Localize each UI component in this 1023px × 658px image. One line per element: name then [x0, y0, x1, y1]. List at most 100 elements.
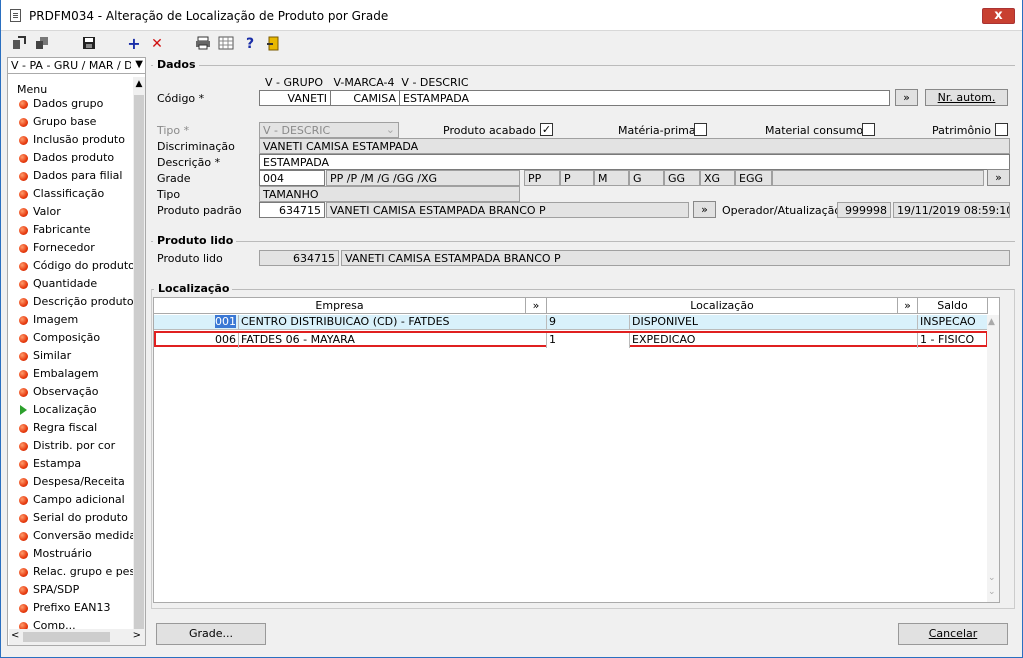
table-row-selected[interactable]: 006 FATDES 06 - MAYARA 1 EXPEDICAO 1 - F…: [154, 331, 988, 348]
localizacao-more-button[interactable]: »: [898, 298, 918, 314]
row1-desc[interactable]: DISPONIVEL: [630, 315, 918, 330]
scroll-thumb[interactable]: [134, 95, 144, 631]
menu-item[interactable]: Despesa/Receita: [9, 473, 133, 491]
menu-item[interactable]: Quantidade: [9, 275, 133, 293]
grade-code-field[interactable]: 004: [259, 170, 325, 186]
cancelar-button[interactable]: Cancelar: [898, 623, 1008, 645]
descricao-field[interactable]: ESTAMPADA: [259, 154, 1010, 170]
menu-item[interactable]: Inclusão produto: [9, 131, 133, 149]
menu-item[interactable]: Grupo base: [9, 113, 133, 131]
menu-item[interactable]: Código do produto: [9, 257, 133, 275]
menu-item[interactable]: Serial do produto: [9, 509, 133, 527]
grade-button[interactable]: Grade...: [156, 623, 266, 645]
menu-horizontal-scrollbar[interactable]: < >: [9, 629, 145, 645]
print-icon[interactable]: [195, 36, 211, 52]
row2-saldo[interactable]: 1 - FISICO: [918, 333, 986, 348]
menu-item-label: Estampa: [33, 457, 82, 470]
menu-item[interactable]: Dados para filial: [9, 167, 133, 185]
menu-item[interactable]: Regra fiscal: [9, 419, 133, 437]
scroll-up-icon[interactable]: ▲: [988, 317, 995, 327]
menu-item[interactable]: Imagem: [9, 311, 133, 329]
materia-prima-checkbox[interactable]: [694, 123, 707, 136]
menu-item[interactable]: Conversão medida: [9, 527, 133, 545]
table-row[interactable]: 001 CENTRO DISTRIBUICAO (CD) - FATDES 9 …: [154, 315, 988, 330]
menu-item[interactable]: Distrib. por cor: [9, 437, 133, 455]
patrimonio-checkbox[interactable]: [995, 123, 1008, 136]
material-consumo-checkbox[interactable]: [862, 123, 875, 136]
help-icon[interactable]: ?: [242, 36, 258, 52]
row2-loc[interactable]: 1: [547, 333, 630, 348]
menu-item[interactable]: Fabricante: [9, 221, 133, 239]
menu-item-label: Composição: [33, 331, 101, 344]
menu-item[interactable]: Dados produto: [9, 149, 133, 167]
row2-empresa[interactable]: FATDES 06 - MAYARA: [239, 333, 547, 348]
view-selector[interactable]: V - PA - GRU / MAR / DE ▼: [8, 58, 145, 74]
menu-item-label: Comp...: [33, 619, 76, 629]
row1-empresa[interactable]: CENTRO DISTRIBUICAO (CD) - FATDES: [239, 315, 547, 330]
row2-cod[interactable]: 006: [156, 333, 239, 348]
tipo2-label: Tipo: [157, 188, 181, 201]
scroll-thumb-horizontal[interactable]: [23, 632, 110, 642]
grid-icon[interactable]: [218, 36, 234, 52]
saldo-header[interactable]: Saldo: [918, 298, 988, 314]
menu-item[interactable]: Mostruário: [9, 545, 133, 563]
menu-item[interactable]: Dados grupo: [9, 95, 133, 113]
codigo-descric-field[interactable]: ESTAMPADA: [399, 90, 890, 106]
empresa-header[interactable]: Empresa: [154, 298, 526, 314]
bullet-icon: [19, 550, 28, 559]
menu-item[interactable]: Comp...: [9, 617, 133, 629]
scroll-right-icon[interactable]: >: [133, 630, 141, 641]
scroll-up-icon[interactable]: ▲: [133, 79, 145, 89]
menu-item[interactable]: Classificação: [9, 185, 133, 203]
menu-item[interactable]: Fornecedor: [9, 239, 133, 257]
menu-item[interactable]: Embalagem: [9, 365, 133, 383]
padrao-lookup-button[interactable]: »: [693, 201, 716, 218]
move-out-icon[interactable]: [34, 36, 50, 52]
close-button[interactable]: x: [982, 8, 1015, 24]
add-icon[interactable]: +: [126, 36, 142, 52]
row1-saldo[interactable]: INSPECAO: [918, 315, 988, 330]
menu-item-label: Campo adicional: [33, 493, 125, 506]
menu-item[interactable]: Prefixo EAN13: [9, 599, 133, 617]
row1-cod-cell[interactable]: 001: [154, 315, 239, 330]
localizacao-grid: Empresa » Localização » Saldo 001 CENTRO…: [153, 297, 1000, 603]
grade-more-button[interactable]: »: [987, 169, 1010, 186]
tipo-select[interactable]: V - DESCRIC ⌄: [259, 122, 399, 138]
save-icon[interactable]: [81, 36, 97, 52]
exit-icon[interactable]: [265, 36, 281, 52]
bullet-icon: [19, 154, 28, 163]
menu-item[interactable]: Observação: [9, 383, 133, 401]
produto-acabado-checkbox[interactable]: ✓: [540, 123, 553, 136]
menu-item[interactable]: Similar: [9, 347, 133, 365]
menu-item[interactable]: Relac. grupo e pess: [9, 563, 133, 581]
padrao-code-field[interactable]: 634715: [259, 202, 325, 218]
bullet-icon: [19, 514, 28, 523]
localizacao-header[interactable]: Localização: [547, 298, 898, 314]
menu-item[interactable]: Campo adicional: [9, 491, 133, 509]
menu-item[interactable]: Composição: [9, 329, 133, 347]
scroll-down-icon[interactable]: ⌄: [988, 587, 996, 597]
empresa-more-button[interactable]: »: [526, 298, 547, 314]
bullet-icon: [19, 262, 28, 271]
row1-loc[interactable]: 9: [547, 315, 630, 330]
menu-item[interactable]: SPA/SDP: [9, 581, 133, 599]
discriminacao-field: VANETI CAMISA ESTAMPADA: [259, 138, 1010, 154]
menu-item[interactable]: Valor: [9, 203, 133, 221]
codigo-marca-field[interactable]: CAMISA: [330, 90, 400, 106]
scroll-left-icon[interactable]: <: [11, 630, 19, 641]
grid-vertical-scrollbar[interactable]: ▲ ⌄ ⌄: [987, 315, 999, 602]
tipo-label: Tipo *: [157, 124, 190, 137]
nr-autom-button[interactable]: Nr. autom.: [925, 89, 1008, 106]
codigo-header-grupo: V - GRUPO: [265, 76, 323, 89]
menu-item[interactable]: Estampa: [9, 455, 133, 473]
delete-icon[interactable]: ✕: [149, 36, 165, 52]
row2-desc[interactable]: EXPEDICAO: [630, 333, 918, 348]
menu-item[interactable]: Localização: [9, 401, 133, 419]
codigo-grupo-field[interactable]: VANETI: [259, 90, 331, 106]
move-in-icon[interactable]: [11, 36, 27, 52]
menu-item[interactable]: Descrição produto: [9, 293, 133, 311]
navigation-panel: V - PA - GRU / MAR / DE ▼ Menu Dados gru…: [7, 57, 146, 646]
menu-vertical-scrollbar[interactable]: ▲: [133, 77, 145, 631]
codigo-lookup-button[interactable]: »: [895, 89, 918, 106]
scroll-down-icon[interactable]: ⌄: [988, 573, 996, 583]
